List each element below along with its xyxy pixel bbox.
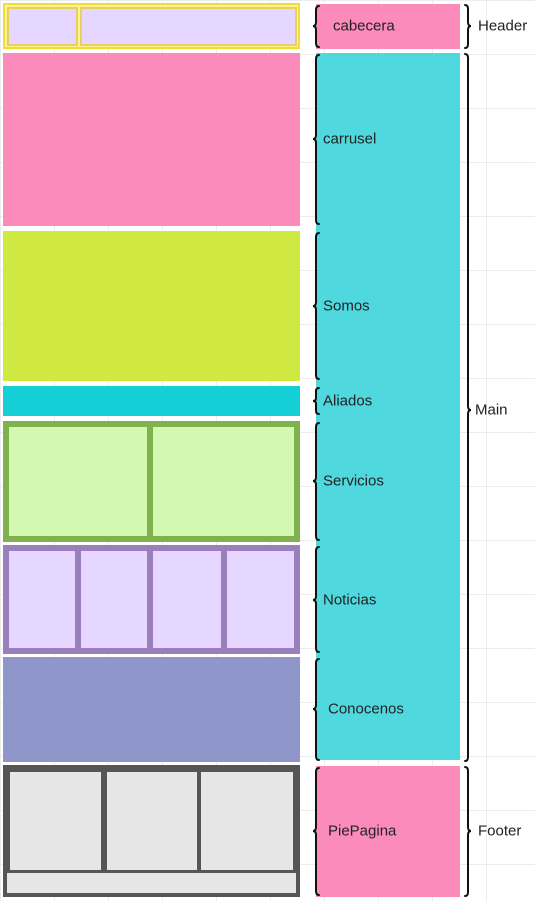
- brackets: [312, 4, 472, 897]
- label-main: Main: [475, 401, 508, 419]
- bracket-noticias: [312, 546, 320, 653]
- label-servicios: Servicios: [323, 472, 384, 490]
- bracket-servicios: [312, 422, 320, 541]
- label-aliados: Aliados: [323, 392, 373, 410]
- bracket-main: [464, 53, 472, 762]
- label-carrusel: carrusel: [323, 130, 377, 148]
- label-somos: Somos: [323, 297, 370, 315]
- label-conocenos: Conocenos: [328, 700, 404, 718]
- bracket-conocenos: [312, 658, 320, 761]
- label-footer: Footer: [478, 822, 522, 840]
- bracket-somos: [312, 232, 320, 380]
- label-piepagina: PiePagina: [328, 822, 397, 840]
- bracket-carrusel: [312, 54, 320, 225]
- label-noticias: Noticias: [323, 591, 377, 609]
- label-cabecera: cabecera: [333, 17, 395, 35]
- bracket-piepagina: [312, 767, 320, 896]
- bracket-header: [464, 4, 472, 49]
- bracket-footer: [464, 766, 472, 897]
- label-header: Header: [478, 17, 528, 35]
- bracket-aliados: [312, 387, 320, 415]
- bracket-cabecera: [312, 5, 320, 48]
